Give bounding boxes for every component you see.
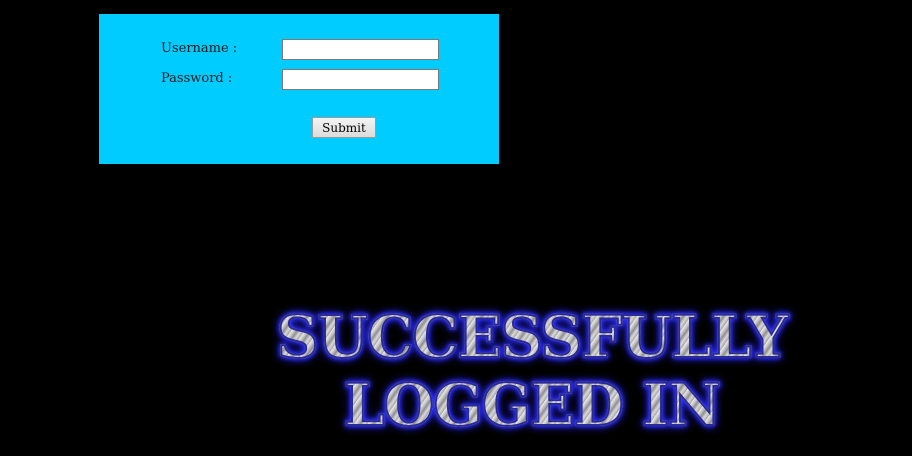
login-panel: Username : Password : Submit [99,14,499,164]
username-label: Username : [161,41,238,56]
password-input[interactable] [282,69,439,90]
success-banner: SUCCESSFULLY LOGGED IN [230,302,834,440]
username-input[interactable] [282,39,439,60]
password-label: Password : [161,71,233,86]
banner-line-2: LOGGED IN [230,370,834,440]
banner-line-1: SUCCESSFULLY [230,302,834,372]
submit-button[interactable]: Submit [312,117,376,138]
